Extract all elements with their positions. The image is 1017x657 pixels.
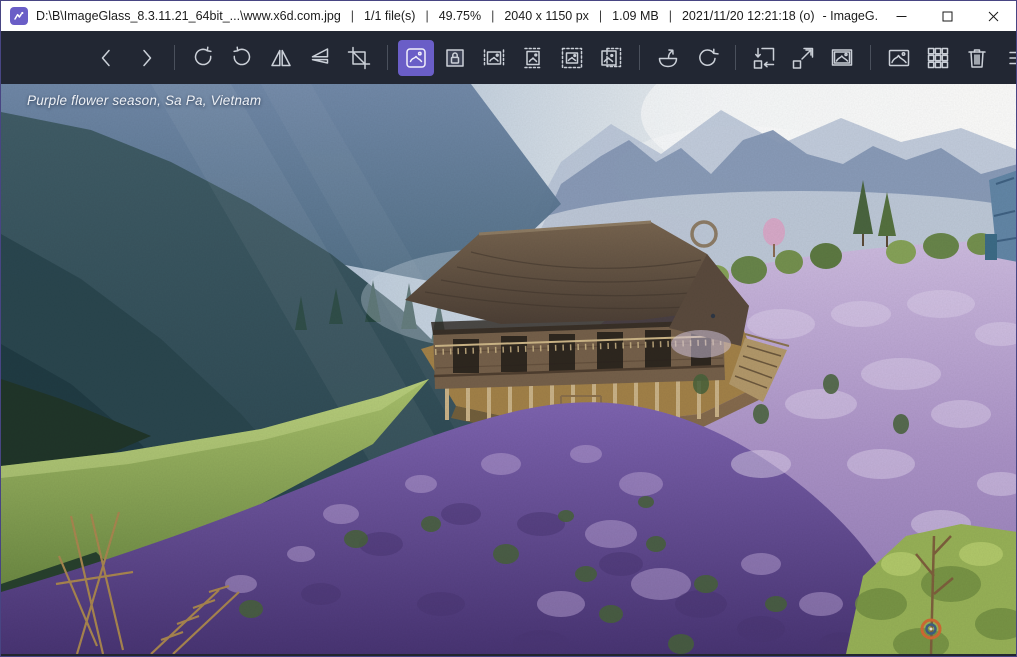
title-zoom-level: 49.75% [439, 9, 481, 23]
scale-to-fit-button[interactable] [554, 40, 590, 76]
close-button[interactable] [970, 1, 1016, 31]
toolbar-separator [387, 45, 388, 70]
toolbar [1, 31, 1016, 84]
rotate-right-button[interactable] [224, 40, 260, 76]
flip-vertical-button[interactable] [302, 40, 338, 76]
thumbnail-bar-button[interactable] [881, 40, 917, 76]
rotate-left-button[interactable] [185, 40, 221, 76]
title-file-path: D:\B\ImageGlass_8.3.11.21_64bit_...\www.… [36, 9, 341, 23]
title-separator: | [491, 9, 494, 23]
photo-sapa-purple-flowers [1, 84, 1017, 654]
title-modified-date: 2021/11/20 12:21:18 (o) [682, 9, 815, 23]
toolbar-separator [174, 45, 175, 70]
next-image-button[interactable] [128, 40, 164, 76]
window-fit-button[interactable] [746, 40, 782, 76]
refresh-button[interactable] [689, 40, 725, 76]
toolbar-separator [735, 45, 736, 70]
main-menu-button[interactable] [1001, 40, 1017, 76]
crop-button[interactable] [341, 40, 377, 76]
maximize-button[interactable] [924, 1, 970, 31]
slideshow-button[interactable] [824, 40, 860, 76]
flip-horizontal-button[interactable] [263, 40, 299, 76]
photo-caption: Purple flower season, Sa Pa, Vietnam [27, 93, 261, 108]
toolbar-separator [639, 45, 640, 70]
app-logo-icon [10, 7, 28, 25]
title-separator: | [351, 9, 354, 23]
scale-to-fill-button[interactable] [593, 40, 629, 76]
titlebar[interactable]: D:\B\ImageGlass_8.3.11.21_64bit_...\www.… [1, 1, 1016, 31]
scale-to-height-button[interactable] [515, 40, 551, 76]
checkerboard-background-button[interactable] [920, 40, 956, 76]
title-app-name: - ImageG... [823, 9, 879, 23]
title-separator: | [425, 9, 428, 23]
window-title: D:\B\ImageGlass_8.3.11.21_64bit_...\www.… [35, 9, 878, 23]
previous-image-button[interactable] [89, 40, 125, 76]
minimize-button[interactable] [878, 1, 924, 31]
window-controls [878, 1, 1016, 31]
title-file-count: 1/1 file(s) [364, 9, 415, 23]
title-file-size: 1.09 MB [612, 9, 659, 23]
title-dimensions: 2040 x 1150 px [504, 9, 589, 23]
title-separator: | [599, 9, 602, 23]
title-separator: | [669, 9, 672, 23]
scale-to-width-button[interactable] [476, 40, 512, 76]
toolbar-separator [870, 45, 871, 70]
lock-zoom-button[interactable] [437, 40, 473, 76]
image-viewer-canvas[interactable]: Purple flower season, Sa Pa, Vietnam [1, 84, 1017, 654]
auto-zoom-button[interactable] [398, 40, 434, 76]
full-screen-button[interactable] [785, 40, 821, 76]
open-file-button[interactable] [650, 40, 686, 76]
delete-button[interactable] [959, 40, 995, 76]
imageglass-window: D:\B\ImageGlass_8.3.11.21_64bit_...\www.… [0, 0, 1017, 657]
